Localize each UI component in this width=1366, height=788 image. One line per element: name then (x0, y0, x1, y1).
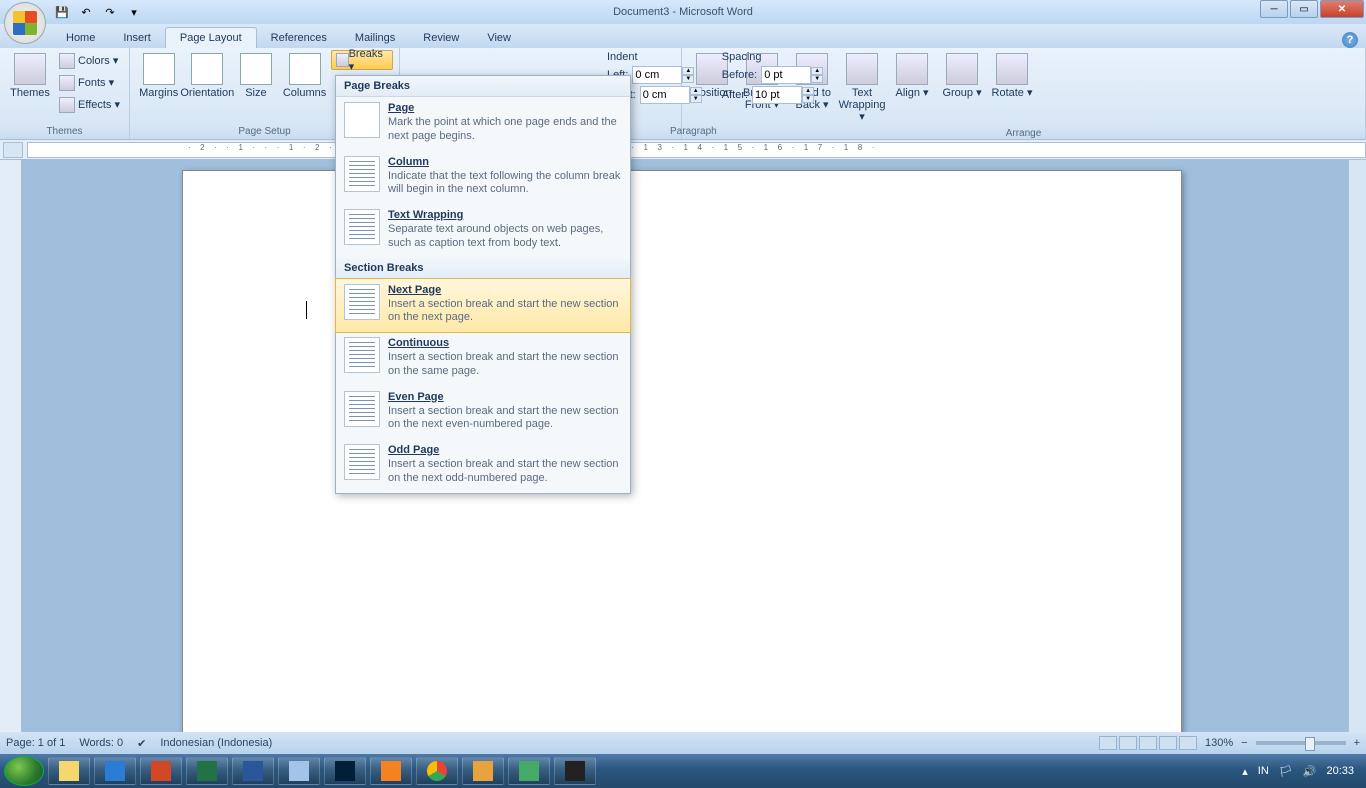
rotate-button[interactable]: Rotate ▾ (988, 50, 1036, 126)
margins-button[interactable]: Margins (136, 50, 181, 124)
maximize-button[interactable]: ▭ (1290, 0, 1318, 18)
dropdown-header-page-breaks: Page Breaks (336, 76, 630, 97)
quick-access-toolbar: 💾 ↶ ↷ ▾ (52, 3, 144, 21)
tab-home[interactable]: Home (52, 28, 109, 48)
tray-time[interactable]: 20:33 (1326, 765, 1354, 777)
zoom-in-button[interactable]: + (1354, 737, 1360, 749)
text-cursor (306, 301, 307, 319)
break-column-item[interactable]: ColumnIndicate that the text following t… (336, 151, 630, 205)
tray-arrow-icon[interactable]: ▴ (1242, 765, 1248, 778)
dropdown-header-section-breaks: Section Breaks (336, 258, 630, 279)
office-button[interactable] (4, 2, 46, 44)
tab-references[interactable]: References (257, 28, 341, 48)
save-icon[interactable]: 💾 (52, 3, 72, 21)
taskbar-photoshop[interactable] (324, 757, 366, 785)
view-full-screen[interactable] (1119, 736, 1137, 750)
tab-view[interactable]: View (473, 28, 525, 48)
zoom-out-button[interactable]: − (1241, 737, 1247, 749)
system-tray: ▴ IN 🏳 🔊 20:33 (1242, 765, 1362, 778)
break-text-wrapping-item[interactable]: Text WrappingSeparate text around object… (336, 204, 630, 258)
break-page-item[interactable]: PageMark the point at which one page end… (336, 97, 630, 151)
view-draft[interactable] (1179, 736, 1197, 750)
tab-review[interactable]: Review (409, 28, 473, 48)
window-controls: ─ ▭ ✕ (1258, 0, 1364, 18)
view-web-layout[interactable] (1139, 736, 1157, 750)
paragraph-fields: Indent Left:▲▼ Right:▲▼ Spacing Before:▲… (607, 51, 823, 104)
tray-flag-icon[interactable]: 🏳 (1279, 765, 1293, 778)
qat-more-icon[interactable]: ▾ (124, 3, 144, 21)
indent-left-input[interactable]: ▲▼ (632, 66, 694, 84)
breaks-dropdown: Page Breaks PageMark the point at which … (335, 75, 631, 494)
colors-button[interactable]: Colors ▾ (56, 50, 123, 71)
horizontal-ruler[interactable]: ·2··1···1·2·3·4·5·6·7·8·9·10·11·12·13·14… (27, 142, 1366, 158)
indent-right-input[interactable]: ▲▼ (640, 86, 702, 104)
spacing-before-input[interactable]: ▲▼ (761, 66, 823, 84)
spacing-after-input[interactable]: ▲▼ (752, 86, 814, 104)
columns-button[interactable]: Columns (281, 50, 329, 124)
taskbar-explorer[interactable] (48, 757, 90, 785)
taskbar-powerpoint[interactable] (140, 757, 182, 785)
tab-page-layout[interactable]: Page Layout (165, 27, 257, 48)
break-next-page-item[interactable]: Next PageInsert a section break and star… (336, 279, 630, 333)
status-page[interactable]: Page: 1 of 1 (6, 737, 65, 749)
taskbar: ▴ IN 🏳 🔊 20:33 (0, 754, 1366, 788)
break-odd-page-item[interactable]: Odd PageInsert a section break and start… (336, 439, 630, 493)
help-icon[interactable]: ? (1342, 32, 1358, 48)
document-page[interactable] (182, 170, 1182, 732)
view-outline[interactable] (1159, 736, 1177, 750)
ruler-bar: ·2··1···1·2·3·4·5·6·7·8·9·10·11·12·13·14… (0, 140, 1366, 160)
taskbar-media[interactable] (370, 757, 412, 785)
view-print-layout[interactable] (1099, 736, 1117, 750)
workspace (0, 160, 1366, 732)
tab-mailings[interactable]: Mailings (341, 28, 409, 48)
indent-label: Indent (607, 51, 702, 63)
zoom-level[interactable]: 130% (1205, 737, 1233, 749)
taskbar-cmd[interactable] (554, 757, 596, 785)
close-button[interactable]: ✕ (1320, 0, 1364, 18)
taskbar-app2[interactable] (508, 757, 550, 785)
redo-icon[interactable]: ↷ (100, 3, 120, 21)
tab-insert[interactable]: Insert (109, 28, 165, 48)
taskbar-outlook[interactable] (94, 757, 136, 785)
themes-button[interactable]: Themes (6, 50, 54, 124)
vertical-ruler[interactable] (0, 160, 22, 732)
taskbar-excel[interactable] (186, 757, 228, 785)
fonts-button[interactable]: Fonts ▾ (56, 72, 123, 93)
taskbar-chrome[interactable] (416, 757, 458, 785)
breaks-button[interactable]: Breaks ▾ (331, 50, 393, 70)
align-button[interactable]: Align ▾ (888, 50, 936, 126)
status-language[interactable]: Indonesian (Indonesia) (160, 737, 272, 749)
taskbar-foxit[interactable] (462, 757, 504, 785)
break-continuous-item[interactable]: ContinuousInsert a section break and sta… (336, 332, 630, 386)
spacing-label: Spacing (722, 51, 823, 63)
ruler-toggle[interactable] (3, 142, 23, 158)
orientation-button[interactable]: Orientation (183, 50, 231, 124)
status-bar: Page: 1 of 1 Words: 0 ✔ Indonesian (Indo… (0, 732, 1366, 754)
status-words[interactable]: Words: 0 (79, 737, 123, 749)
title-bar: 💾 ↶ ↷ ▾ Document3 - Microsoft Word ─ ▭ ✕ (0, 0, 1366, 24)
ribbon-tabs: Home Insert Page Layout References Maili… (0, 24, 1366, 48)
status-proofing-icon[interactable]: ✔ (137, 737, 146, 750)
tray-volume-icon[interactable]: 🔊 (1303, 765, 1317, 778)
window-title: Document3 - Microsoft Word (613, 6, 753, 18)
start-button[interactable] (4, 756, 44, 786)
text-wrapping-button[interactable]: Text Wrapping ▾ (838, 50, 886, 126)
document-area[interactable] (22, 160, 1348, 732)
group-themes: Themes Colors ▾ Fonts ▾ Effects ▾ Themes (0, 48, 130, 139)
tray-lang[interactable]: IN (1258, 765, 1269, 777)
vertical-scrollbar[interactable] (1348, 160, 1366, 732)
break-even-page-item[interactable]: Even PageInsert a section break and star… (336, 386, 630, 440)
minimize-button[interactable]: ─ (1260, 0, 1288, 18)
undo-icon[interactable]: ↶ (76, 3, 96, 21)
size-button[interactable]: Size (233, 50, 278, 124)
taskbar-app[interactable] (278, 757, 320, 785)
zoom-slider[interactable] (1256, 741, 1346, 745)
group-button[interactable]: Group ▾ (938, 50, 986, 126)
taskbar-word[interactable] (232, 757, 274, 785)
effects-button[interactable]: Effects ▾ (56, 94, 123, 115)
